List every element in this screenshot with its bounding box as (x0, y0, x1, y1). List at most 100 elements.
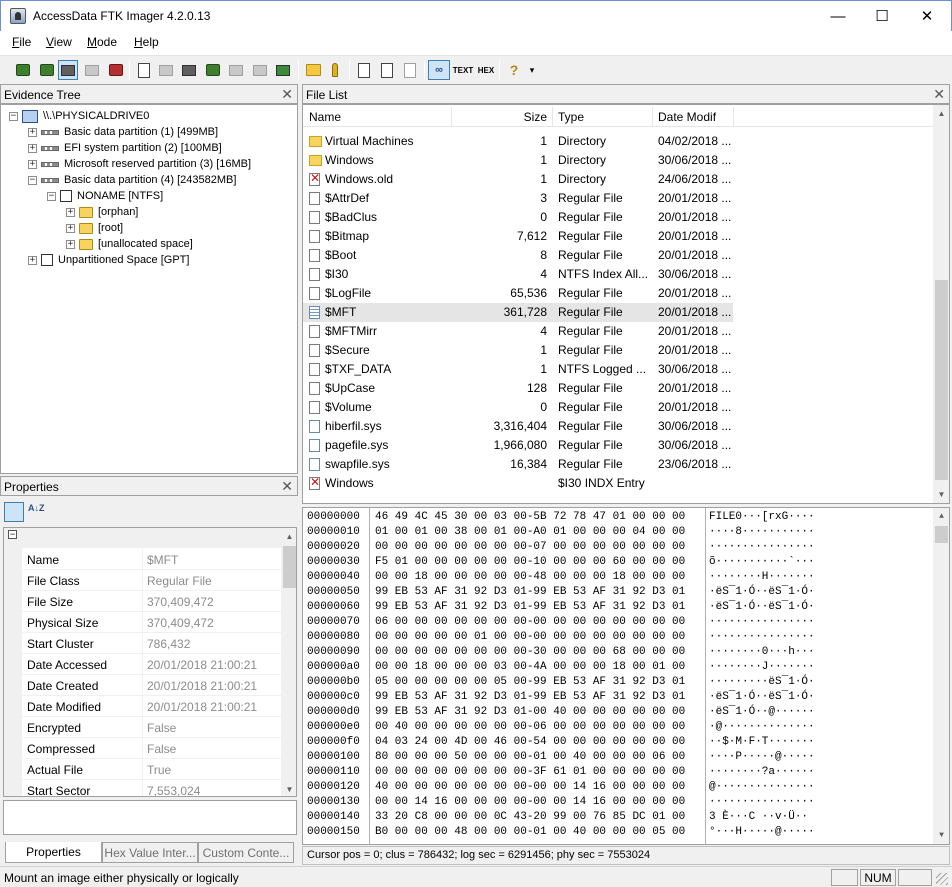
expand-icon[interactable]: + (28, 127, 37, 137)
scroll-thumb[interactable] (935, 280, 948, 480)
decrypt-icon[interactable] (250, 60, 270, 80)
create-disk-image-icon[interactable] (134, 60, 154, 80)
hex-ascii[interactable]: ····P·····@····· (709, 751, 815, 763)
hex-ascii[interactable]: ········0···h··· (709, 646, 815, 658)
expand-icon[interactable]: + (28, 143, 37, 153)
file-list-row[interactable]: $BadClus 0 Regular File 20/01/2018 ... (303, 208, 733, 227)
hex-ascii[interactable]: ········J······· (709, 661, 815, 673)
scroll-thumb[interactable] (283, 546, 296, 588)
hex-ascii[interactable]: ················ (709, 631, 815, 643)
hex-ascii[interactable]: ·ëS¯1·Ó··ëS¯1·Ó· (709, 586, 815, 598)
hex-bytes[interactable]: 00 00 14 16 00 00 00 00-00 00 14 16 00 0… (375, 796, 685, 808)
text-view-icon[interactable]: TEXT (452, 60, 474, 80)
collapse-icon[interactable]: − (28, 175, 37, 185)
hex-ascii[interactable]: ················ (709, 616, 815, 628)
scroll-up-icon[interactable]: ▲ (281, 528, 296, 545)
file-list-close-icon[interactable]: ✕ (933, 86, 945, 103)
close-button[interactable]: ✕ (904, 1, 950, 31)
file-list-row[interactable]: Virtual Machines 1 Directory 04/02/2018 ... (303, 132, 733, 151)
obtain-protected-files-icon[interactable] (303, 60, 323, 80)
hex-scrollbar[interactable]: ▲ ▼ (933, 508, 949, 844)
file-list-row[interactable]: $AttrDef 3 Regular File 20/01/2018 ... (303, 189, 733, 208)
file-list-row[interactable]: $LogFile 65,536 Regular File 20/01/2018 ... (303, 284, 733, 303)
expand-icon[interactable]: + (28, 159, 37, 169)
remove-evidence-icon[interactable] (82, 60, 102, 80)
tab-custom-content[interactable]: Custom Conte... (198, 842, 294, 863)
hex-bytes[interactable]: B0 00 00 00 48 00 00 00-01 00 40 00 00 0… (375, 826, 685, 838)
minimize-button[interactable]: — (815, 1, 861, 31)
properties-scrollbar[interactable]: ▲ ▼ (281, 528, 296, 796)
column-size[interactable]: Size (515, 110, 547, 124)
expand-icon[interactable]: + (28, 255, 37, 265)
memory-capture-icon[interactable] (273, 60, 293, 80)
tree-node-unallocated[interactable]: + [unallocated space] (66, 236, 193, 252)
hex-bytes[interactable]: 01 00 01 00 38 00 01 00-A0 01 00 00 00 0… (375, 526, 685, 538)
property-row[interactable]: Start Cluster 786,432 (22, 633, 284, 654)
hex-bytes[interactable]: 00 00 18 00 00 00 00 00-48 00 00 00 18 0… (375, 571, 685, 583)
file-list-scrollbar[interactable]: ▲ ▼ (933, 105, 949, 503)
scroll-down-icon[interactable]: ▼ (281, 781, 296, 796)
property-row[interactable]: File Size 370,409,472 (22, 591, 284, 612)
tree-node-partition-1[interactable]: + Basic data partition (1) [499MB] (28, 124, 218, 140)
file-list-row[interactable]: $TXF_DATA 1 NTFS Logged ... 30/06/2018 ... (303, 360, 733, 379)
resize-grip-icon[interactable] (936, 873, 948, 885)
tab-properties[interactable]: Properties (5, 842, 102, 863)
property-row[interactable]: Start Sector 7,553,024 (22, 780, 284, 796)
tree-node-root[interactable]: + [root] (66, 220, 123, 236)
export-files-icon[interactable] (354, 60, 374, 80)
file-list-row[interactable]: pagefile.sys 1,966,080 Regular File 30/06/2… (303, 436, 733, 455)
help-icon[interactable]: ? (504, 60, 524, 80)
hex-ascii[interactable]: ·ëS¯1·Ó··@······ (709, 706, 815, 718)
tree-node-partition-3[interactable]: + Microsoft reserved partition (3) [16MB] (28, 156, 251, 172)
hex-bytes[interactable]: 00 00 00 00 00 00 00 00-30 00 00 00 68 0… (375, 646, 685, 658)
hex-bytes[interactable]: 40 00 00 00 00 00 00 00-00 00 14 16 00 0… (375, 781, 685, 793)
hex-bytes[interactable]: 00 00 00 00 00 00 00 00-07 00 00 00 00 0… (375, 541, 685, 553)
file-list-row[interactable]: $MFTMirr 4 Regular File 20/01/2018 ... (303, 322, 733, 341)
hex-bytes[interactable]: 99 EB 53 AF 31 92 D3 01-99 EB 53 AF 31 9… (375, 601, 685, 613)
app-icon[interactable] (10, 8, 26, 24)
menu-help[interactable]: Help (134, 35, 159, 49)
hex-bytes[interactable]: 04 03 24 00 4D 00 46 00-54 00 00 00 00 0… (375, 736, 685, 748)
property-row[interactable]: Date Created 20/01/2018 21:00:21 (22, 675, 284, 696)
categorized-icon[interactable] (4, 502, 24, 522)
hex-bytes[interactable]: 00 40 00 00 00 00 00 00-06 00 00 00 00 0… (375, 721, 685, 733)
hex-ascii[interactable]: ··$·M·F·T······· (709, 736, 815, 748)
hex-ascii[interactable]: ········H······· (709, 571, 815, 583)
file-list-row[interactable]: hiberfil.sys 3,316,404 Regular File 30/06/2… (303, 417, 733, 436)
hex-ascii[interactable]: ·ëS¯1·Ó··ëS¯1·Ó· (709, 691, 815, 703)
hex-ascii[interactable]: FILE0···[rxG···· (709, 511, 815, 523)
scroll-up-icon[interactable]: ▲ (933, 508, 949, 525)
hex-bytes[interactable]: 00 00 00 00 00 00 00 00-3F 61 01 00 00 0… (375, 766, 685, 778)
hex-bytes[interactable]: 46 49 4C 45 30 00 03 00-5B 72 78 47 01 0… (375, 511, 685, 523)
add-all-evidence-icon[interactable] (37, 60, 57, 80)
hex-ascii[interactable]: ····8··········· (709, 526, 815, 538)
file-list-row[interactable]: $Secure 1 Regular File 20/01/2018 ... (303, 341, 733, 360)
file-list-row[interactable]: Windows $I30 INDX Entry (303, 474, 733, 493)
file-list-row[interactable]: swapfile.sys 16,384 Regular File 23/06/2018… (303, 455, 733, 474)
collapse-icon[interactable]: − (9, 111, 18, 121)
key-icon[interactable] (325, 60, 345, 80)
property-row[interactable]: Date Modified 20/01/2018 21:00:21 (22, 696, 284, 717)
remove-all-evidence-icon[interactable] (106, 60, 126, 80)
hex-bytes[interactable]: 99 EB 53 AF 31 92 D3 01-99 EB 53 AF 31 9… (375, 586, 685, 598)
column-type[interactable]: Type (558, 110, 584, 124)
hex-ascii[interactable]: ·········ëS¯1·Ó· (709, 676, 815, 688)
hex-bytes[interactable]: 33 20 C8 00 00 00 0C 43-20 99 00 76 85 D… (375, 811, 685, 823)
maximize-button[interactable]: ☐ (859, 1, 905, 31)
tree-node-orphan[interactable]: + [orphan] (66, 204, 138, 220)
expand-icon[interactable]: + (66, 223, 75, 233)
file-list-row[interactable]: $Bitmap 7,612 Regular File 20/01/2018 ... (303, 227, 733, 246)
hex-ascii[interactable]: °···H·····@····· (709, 826, 815, 838)
property-row[interactable]: Actual File True (22, 759, 284, 780)
hex-ascii[interactable]: õ···········`··· (709, 556, 815, 568)
tree-node-unpartitioned[interactable]: + Unpartitioned Space [GPT] (28, 252, 189, 268)
export-disk-image-icon[interactable] (156, 60, 176, 80)
create-custom-content-image-icon[interactable] (226, 60, 246, 80)
scroll-down-icon[interactable]: ▼ (933, 827, 949, 844)
hex-ascii[interactable]: ················ (709, 796, 815, 808)
menu-mode[interactable]: Mode (87, 35, 117, 49)
expand-icon[interactable]: + (66, 239, 75, 249)
tree-node-partition-2[interactable]: + EFI system partition (2) [100MB] (28, 140, 222, 156)
collapse-icon[interactable]: − (47, 191, 56, 201)
scroll-down-icon[interactable]: ▼ (933, 486, 949, 503)
